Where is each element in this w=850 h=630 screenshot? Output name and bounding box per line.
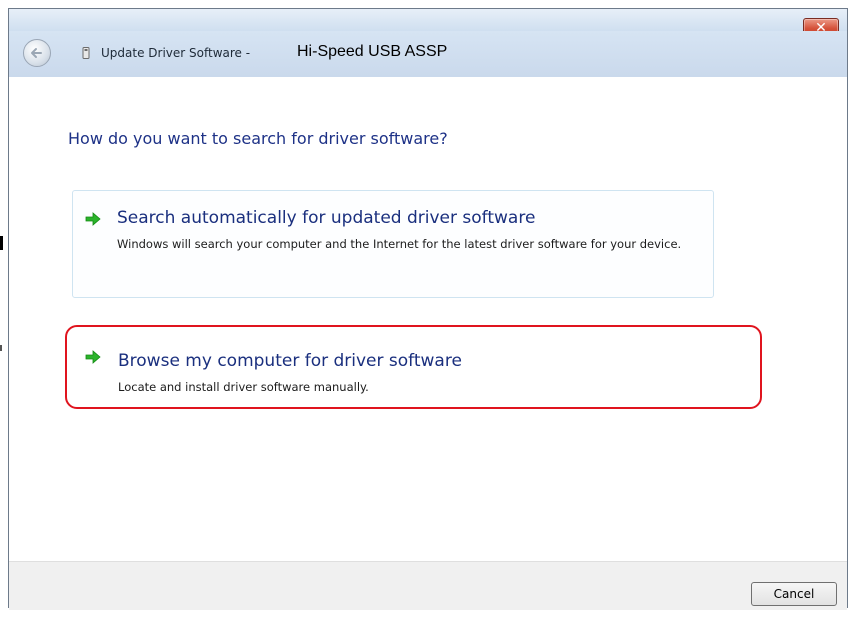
usb-device-icon: [82, 47, 90, 59]
device-name: Hi-Speed USB ASSP: [297, 43, 448, 60]
cancel-button[interactable]: Cancel: [751, 582, 837, 606]
option-title: Browse my computer for driver software: [118, 351, 462, 371]
green-arrow-icon: [85, 350, 101, 364]
window-title: Update Driver Software -: [101, 46, 251, 60]
page-heading: How do you want to search for driver sof…: [68, 129, 448, 148]
back-arrow-icon: [31, 48, 42, 58]
edge-artifact: [0, 345, 2, 351]
dialog-footer: Cancel: [9, 561, 847, 610]
update-driver-dialog: ✕ Update Driver Software - Hi-Speed USB …: [8, 8, 848, 610]
option-description: Locate and install driver software manua…: [118, 380, 369, 394]
content-area: How do you want to search for driver sof…: [9, 77, 847, 561]
window-frame: [9, 9, 847, 31]
search-automatically-option[interactable]: Search automatically for updated driver …: [72, 190, 714, 298]
edge-artifact: [0, 236, 3, 250]
option-title: Search automatically for updated driver …: [117, 208, 536, 228]
option-description: Windows will search your computer and th…: [117, 237, 682, 251]
green-arrow-icon: [85, 212, 101, 226]
back-button[interactable]: [23, 39, 51, 67]
browse-computer-option[interactable]: Browse my computer for driver software L…: [65, 325, 762, 409]
